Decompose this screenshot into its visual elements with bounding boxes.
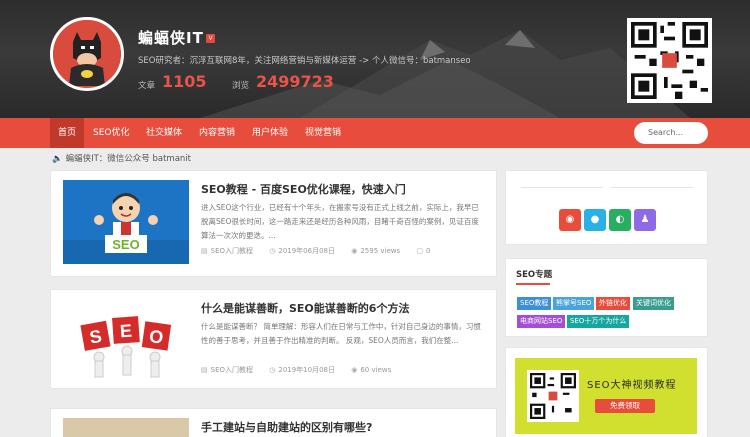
site-title[interactable]: 蝙蝠侠IT xyxy=(138,27,204,48)
tag-xiongzhang-seo[interactable]: 熊掌号SEO xyxy=(553,297,595,310)
folder-icon: ▤ xyxy=(201,247,208,255)
article-date: 2019年06月08日 xyxy=(278,247,335,255)
promo-qr-code xyxy=(527,370,579,422)
article-date: 2019年10月08日 xyxy=(278,366,335,374)
tag-backlink-optimization[interactable]: 外链优化 xyxy=(596,297,630,310)
nav-item-social-media[interactable]: 社交媒体 xyxy=(138,118,190,148)
article-views: 60 views xyxy=(360,366,392,374)
nav-item-visual-marketing[interactable]: 视觉营销 xyxy=(297,118,349,148)
article-category[interactable]: SEO入门教程 xyxy=(211,366,253,374)
tag-ecommerce-seo[interactable]: 电商网站SEO xyxy=(517,315,566,328)
verified-badge: V xyxy=(206,34,215,43)
article-category[interactable]: SEO入门教程 xyxy=(211,247,253,255)
stat-label-articles: 文章 xyxy=(138,81,156,91)
qr-code-icon xyxy=(530,373,576,419)
article-card: S E O 什么是能谋善断，SEO能谋善断的6个方法 什么是能谋善断？ 简单理解… xyxy=(50,289,497,389)
svg-text:E: E xyxy=(119,321,132,342)
article-title[interactable]: 什么是能谋善断，SEO能谋善断的6个方法 xyxy=(201,300,409,316)
tag-keyword-optimization[interactable]: 关键词优化 xyxy=(633,297,674,310)
article-thumbnail[interactable]: SEO xyxy=(63,180,189,264)
svg-text:SEO: SEO xyxy=(112,237,139,252)
topics-widget: SEO专题 SEO教程 熊掌号SEO 外链优化 关键词优化 电商网站SEO SE… xyxy=(505,258,708,337)
search-input[interactable]: Search... xyxy=(634,122,708,144)
stat-value-views: 2499723 xyxy=(256,72,334,91)
profile-description: SEO研究者：沉浮互联网8年，关注网络营销与新媒体运营 -> 个人微信号：bat… xyxy=(138,56,471,66)
nav-item-seo[interactable]: SEO优化 xyxy=(85,118,137,148)
nav-item-home[interactable]: 首页 xyxy=(50,118,85,148)
article-thumbnail[interactable] xyxy=(63,418,189,437)
stat-value-articles: 1105 xyxy=(162,72,207,91)
clock-icon: ◷ xyxy=(269,247,276,255)
qq-icon[interactable]: ● xyxy=(584,209,606,231)
qr-code-icon xyxy=(631,22,708,99)
notice-text[interactable]: 蝙蝠侠IT：微信公众号 batmanit xyxy=(66,154,191,164)
article-card: 手工建站与自助建站的区别有哪些? xyxy=(50,408,497,437)
tag-seo-tutorial[interactable]: SEO教程 xyxy=(517,297,552,310)
article-title[interactable]: 手工建站与自助建站的区别有哪些? xyxy=(201,419,372,435)
wechat-qr-code xyxy=(627,18,712,103)
divider xyxy=(611,187,693,188)
profile-header: 蝙蝠侠IT V SEO研究者：沉浮互联网8年，关注网络营销与新媒体运营 -> 个… xyxy=(0,0,750,118)
stat-label-views: 浏览 xyxy=(232,81,250,91)
avatar[interactable] xyxy=(50,17,124,91)
seo-blocks-thumbnail: S E O xyxy=(63,299,189,383)
free-claim-button[interactable]: 免费领取 xyxy=(595,399,655,413)
nav-item-content-marketing[interactable]: 内容营销 xyxy=(191,118,243,148)
promo-banner[interactable]: SEO大神视频教程 免费领取 xyxy=(515,358,697,434)
article-excerpt: 什么是能谋善断？ 简单理解：形容人们在日常与工作中，针对自己身边的事情，习惯性的… xyxy=(201,322,481,345)
folder-icon: ▤ xyxy=(201,366,208,374)
weibo-icon[interactable]: ◉ xyxy=(559,209,581,231)
topics-title: SEO专题 xyxy=(516,270,553,280)
article-title[interactable]: SEO教程 - 百度SEO优化课程，快速入门 xyxy=(201,181,406,197)
divider xyxy=(521,187,603,188)
article-meta: ▤ SEO入门教程 ◷ 2019年10月08日 ◉ 60 views xyxy=(201,365,405,375)
eye-icon: ◉ xyxy=(351,366,358,374)
comment-icon: ▢ xyxy=(416,247,424,255)
nav-item-user-experience[interactable]: 用户体验 xyxy=(244,118,296,148)
group-icon[interactable]: ♟ xyxy=(634,209,656,231)
speaker-icon: 🔈 xyxy=(52,154,63,164)
title-underline xyxy=(516,283,550,285)
article-excerpt: 进入SEO这个行业，已经有十个年头，在搬家号没有正式上线之前，实际上，我早已脱离… xyxy=(201,203,479,240)
article-views: 2595 views xyxy=(360,247,401,255)
wechat-icon[interactable]: ◐ xyxy=(609,209,631,231)
tag-seo-faq[interactable]: SEO十万个为什么 xyxy=(567,315,630,328)
promo-title: SEO大神视频教程 xyxy=(587,380,677,391)
article-card: SEO SEO教程 - 百度SEO优化课程，快速入门 进入SEO这个行业，已经有… xyxy=(50,170,497,277)
article-comments[interactable]: 0 xyxy=(426,247,430,255)
notice-bar: 🔈 蝙蝠侠IT：微信公众号 batmanit xyxy=(52,152,191,164)
clock-icon: ◷ xyxy=(269,366,276,374)
article-thumbnail[interactable]: S E O xyxy=(63,299,189,383)
batman-avatar-icon xyxy=(53,20,121,88)
seo-cartoon-thumbnail: SEO xyxy=(63,180,189,264)
main-nav: 首页 SEO优化 社交媒体 内容营销 用户体验 视觉营销 Search... xyxy=(0,118,750,148)
article-meta: ▤ SEO入门教程 ◷ 2019年06月08日 ◉ 2595 views ▢ 0 xyxy=(201,246,444,256)
svg-text:O: O xyxy=(148,326,165,348)
social-widget: ◉ ● ◐ ♟ xyxy=(505,170,708,245)
eye-icon: ◉ xyxy=(351,247,358,255)
